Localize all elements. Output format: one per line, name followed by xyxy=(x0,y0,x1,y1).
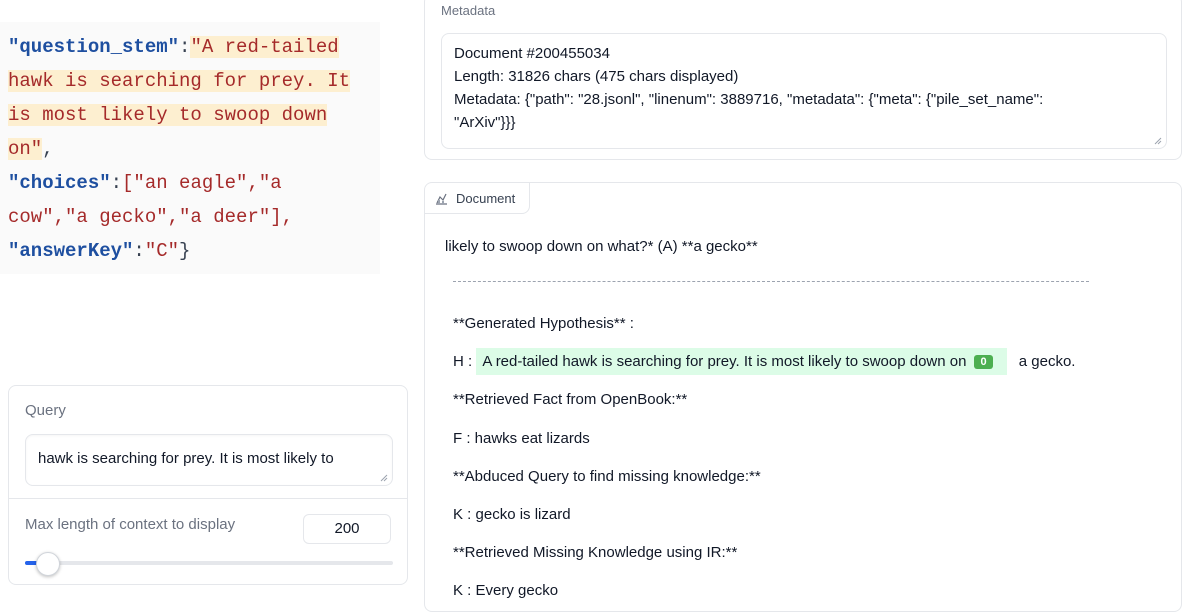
hypothesis-prefix: H : xyxy=(453,353,473,370)
answer-key: "answerKey" xyxy=(8,240,134,262)
question-stem-value-3: is most likely to swoop down xyxy=(8,104,328,126)
divider xyxy=(9,498,407,499)
metadata-line-4: "ArXiv"}}} xyxy=(454,114,516,131)
knowledge-line-1: K : gecko is lizard xyxy=(453,506,571,523)
retrieved-missing-heading: **Retrieved Missing Knowledge using IR:*… xyxy=(453,544,738,561)
document-line-1: likely to swoop down on what?* (A) **a g… xyxy=(445,238,758,255)
code-line-2: hawk is searching for prey. It xyxy=(8,64,380,98)
code-line-1: "question_stem":"A red-tailed xyxy=(8,36,339,58)
document-tab[interactable]: Document xyxy=(425,183,531,214)
choices-value-2: cow","a gecko","a deer"], xyxy=(8,206,294,228)
separator-dashed xyxy=(453,281,1089,282)
max-length-input[interactable]: 200 xyxy=(303,514,391,544)
generated-hypothesis-heading: **Generated Hypothesis** : xyxy=(453,315,634,332)
code-line-7: "answerKey":"C"} xyxy=(8,240,191,262)
metadata-panel: Metadata Document #200455034 Length: 318… xyxy=(424,0,1182,160)
hypothesis-line: H : A red-tailed hawk is searching for p… xyxy=(453,348,1076,375)
resize-handle-icon[interactable] xyxy=(380,474,388,482)
resize-handle-icon[interactable] xyxy=(1154,137,1162,145)
metadata-line-3: Metadata: {"path": "28.jsonl", "linenum"… xyxy=(454,91,1044,108)
code-line-4: on", xyxy=(8,138,54,160)
query-textarea[interactable]: hawk is searching for prey. It is most l… xyxy=(25,434,393,486)
retrieved-fact-heading: **Retrieved Fact from OpenBook:** xyxy=(453,391,688,408)
query-label: Query xyxy=(25,402,66,419)
code-line-6: cow","a gecko","a deer"], xyxy=(8,200,380,234)
knowledge-line-2: K : Every gecko xyxy=(453,582,559,599)
choices-key: "choices" xyxy=(8,172,111,194)
metadata-textarea[interactable]: Document #200455034 Length: 31826 chars … xyxy=(441,33,1167,149)
hypothesis-highlight: A red-tailed hawk is searching for prey.… xyxy=(476,348,1007,375)
max-length-slider-thumb[interactable] xyxy=(36,552,61,576)
example-json-code: "question_stem":"A red-tailed hawk is se… xyxy=(0,22,380,274)
fact-line: F : hawks eat lizards xyxy=(453,430,590,447)
choices-value-1: ["an eagle","a xyxy=(122,172,282,194)
query-panel: Query hawk is searching for prey. It is … xyxy=(8,385,408,585)
metadata-line-2: Length: 31826 chars (475 chars displayed… xyxy=(454,68,739,85)
code-line-5: "choices":["an eagle","a xyxy=(8,172,282,194)
query-text: hawk is searching for prey. It is most l… xyxy=(38,450,334,467)
hypothesis-text: A red-tailed hawk is searching for prey.… xyxy=(482,353,967,370)
document-tab-label: Document xyxy=(456,190,516,206)
metadata-label: Metadata xyxy=(441,3,496,18)
question-stem-key: "question_stem" xyxy=(8,36,180,58)
hypothesis-suffix: a gecko. xyxy=(1018,353,1076,370)
code-line-3: is most likely to swoop down xyxy=(8,98,380,132)
question-stem-value-4: on" xyxy=(8,138,43,160)
question-stem-value-2: hawk is searching for prey. It xyxy=(8,70,351,92)
max-length-slider-track[interactable] xyxy=(25,561,393,565)
max-length-label: Max length of context to display xyxy=(25,516,236,533)
hypothesis-badge: 0 xyxy=(974,355,993,369)
question-stem-value-1: "A red-tailed xyxy=(190,36,339,58)
answer-value: "C" xyxy=(144,240,180,262)
abduced-query-heading: **Abduced Query to find missing knowledg… xyxy=(453,468,761,485)
document-panel: Document likely to swoop down on what?* … xyxy=(424,182,1182,612)
chart-icon xyxy=(436,193,447,205)
metadata-line-1: Document #200455034 xyxy=(454,45,610,62)
